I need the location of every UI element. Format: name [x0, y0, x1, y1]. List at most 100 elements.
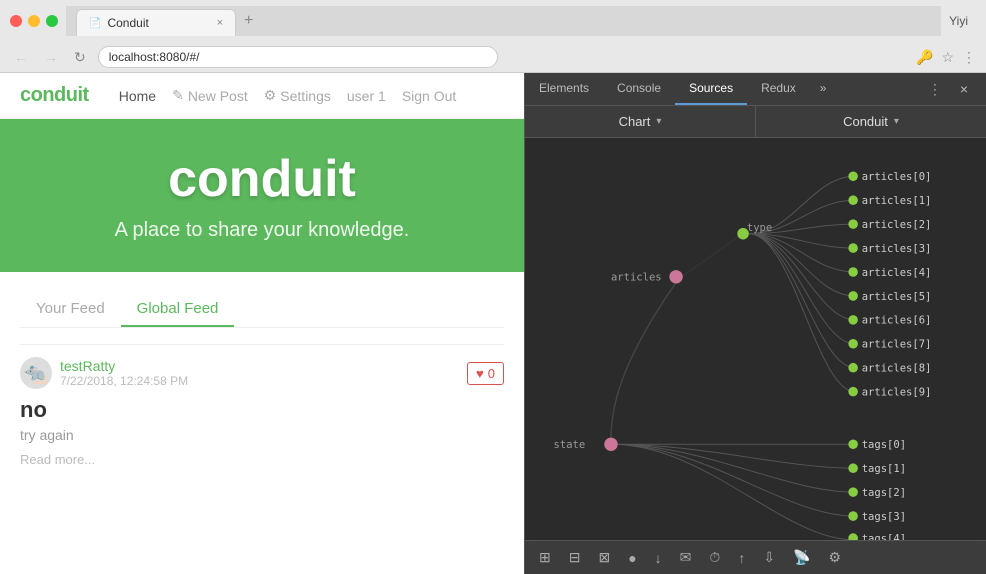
articles-5-node[interactable]	[848, 291, 858, 301]
devtools-tab-elements[interactable]: Elements	[525, 73, 603, 105]
articles-0-node[interactable]	[848, 172, 858, 182]
brand-logo[interactable]: conduit	[20, 84, 89, 107]
feed-area: Your Feed Global Feed 🐀 testRatty 7/22/2…	[0, 272, 524, 574]
back-button[interactable]: ←	[10, 47, 32, 67]
articles-5-label: articles[5]	[862, 291, 932, 303]
traffic-lights	[10, 15, 58, 27]
close-traffic-light[interactable]	[10, 15, 22, 27]
bottom-icon-9[interactable]: ⇩	[757, 545, 781, 570]
articles-9-label: articles[9]	[862, 386, 932, 398]
nav-new-post[interactable]: ✎ New Post	[172, 87, 248, 104]
bottom-icon-5[interactable]: ↓	[649, 546, 668, 570]
tags-1-node[interactable]	[848, 463, 858, 473]
feed-tabs: Your Feed Global Feed	[20, 292, 504, 328]
devtools-more-button[interactable]: »	[810, 73, 837, 105]
global-feed-tab[interactable]: Global Feed	[121, 292, 235, 327]
devtools-tab-redux[interactable]: Redux	[747, 73, 810, 105]
devtools-close-button[interactable]: ×	[950, 73, 978, 105]
articles-node[interactable]	[669, 270, 682, 283]
article-title: no	[20, 397, 504, 423]
tags-2-label: tags[2]	[862, 487, 906, 499]
tags-3-label: tags[3]	[862, 511, 906, 523]
articles-9-node[interactable]	[848, 387, 858, 397]
devtools-header-icons: ⋮ ×	[920, 73, 986, 105]
tags-0-label: tags[0]	[862, 439, 906, 451]
bottom-icon-1[interactable]: ⊞	[533, 545, 557, 570]
like-count: 0	[488, 366, 495, 381]
devtools-tabs: Elements Console Sources Redux »	[525, 73, 920, 105]
your-feed-tab[interactable]: Your Feed	[20, 292, 121, 327]
chart-panel-selector[interactable]: Chart ▾	[525, 106, 756, 137]
minimize-traffic-light[interactable]	[28, 15, 40, 27]
articles-label: articles	[611, 272, 662, 284]
articles-4-node[interactable]	[848, 267, 858, 277]
tags-3-node[interactable]	[848, 511, 858, 521]
settings-icon: ⚙	[264, 87, 277, 104]
tags-2-node[interactable]	[848, 487, 858, 497]
like-button[interactable]: ♥ 0	[467, 362, 504, 385]
bookmark-icon[interactable]: ☆	[941, 49, 954, 66]
heart-icon: ♥	[476, 366, 484, 381]
nav-home[interactable]: Home	[119, 88, 156, 104]
bottom-icon-8[interactable]: ↑	[732, 546, 751, 570]
devtools-icon1[interactable]: ⋮	[928, 81, 942, 98]
articles-7-label: articles[7]	[862, 339, 932, 351]
bottom-icon-10[interactable]: 📡	[787, 545, 816, 570]
hero-title: conduit	[20, 149, 504, 209]
articles-4-label: articles[4]	[862, 267, 932, 279]
bottom-icon-6[interactable]: ✉	[674, 545, 698, 570]
article-description: try again	[20, 427, 504, 443]
tab-favicon: 📄	[89, 18, 101, 29]
articles-3-node[interactable]	[848, 243, 858, 253]
articles-8-node[interactable]	[848, 363, 858, 373]
navbar: conduit Home ✎ New Post ⚙ Settings user …	[0, 73, 524, 119]
chart-svg: articles type state articles[0] articles…	[525, 138, 986, 540]
title-bar: 📄 Conduit × + Yiyi	[0, 0, 986, 42]
maximize-traffic-light[interactable]	[46, 15, 58, 27]
panel-selectors: Chart ▾ Conduit ▾	[525, 106, 986, 138]
bottom-icon-settings[interactable]: ⚙	[823, 545, 848, 570]
user-initial: Yiyi	[949, 14, 976, 28]
state-node[interactable]	[604, 438, 617, 451]
nav-links: Home ✎ New Post ⚙ Settings user 1 Sign O…	[119, 87, 457, 104]
bottom-icon-4[interactable]: ●	[622, 546, 642, 570]
conduit-panel-selector[interactable]: Conduit ▾	[756, 106, 986, 137]
articles-6-node[interactable]	[848, 315, 858, 325]
tags-0-node[interactable]	[848, 440, 858, 450]
chart-label: Chart	[619, 114, 651, 129]
author-info: 🐀 testRatty 7/22/2018, 12:24:58 PM	[20, 357, 188, 389]
app: conduit Home ✎ New Post ⚙ Settings user …	[0, 73, 524, 574]
articles-7-node[interactable]	[848, 339, 858, 349]
browser-tab[interactable]: 📄 Conduit ×	[76, 9, 236, 36]
devtools-header: Elements Console Sources Redux » ⋮ ×	[525, 73, 986, 106]
author-name[interactable]: testRatty	[60, 358, 188, 374]
browser-toolbar: 🔑 ☆ ⋮	[916, 49, 976, 66]
article-card: 🐀 testRatty 7/22/2018, 12:24:58 PM ♥ 0 n…	[20, 344, 504, 481]
articles-2-label: articles[2]	[862, 219, 932, 231]
more-icon[interactable]: ⋮	[962, 49, 976, 66]
nav-settings[interactable]: ⚙ Settings	[264, 87, 331, 104]
address-input[interactable]	[98, 46, 498, 68]
articles-2-node[interactable]	[848, 219, 858, 229]
bottom-icon-3[interactable]: ⊠	[592, 545, 616, 570]
articles-1-node[interactable]	[848, 195, 858, 205]
bottom-icon-2[interactable]: ⊟	[563, 545, 587, 570]
articles-0-label: articles[0]	[862, 171, 932, 183]
chart-arrow-icon: ▾	[656, 116, 661, 127]
main-area: conduit Home ✎ New Post ⚙ Settings user …	[0, 73, 986, 574]
article-date: 7/22/2018, 12:24:58 PM	[60, 374, 188, 388]
nav-user[interactable]: user 1	[347, 88, 386, 104]
bottom-icon-7[interactable]: ⏱	[703, 545, 726, 570]
type-label: type	[747, 222, 772, 234]
read-more-link[interactable]: Read more...	[20, 452, 95, 467]
new-tab-button[interactable]: +	[236, 6, 261, 36]
forward-button[interactable]: →	[40, 47, 62, 67]
tab-close-button[interactable]: ×	[217, 17, 223, 29]
key-icon[interactable]: 🔑	[916, 49, 933, 66]
tags-1-label: tags[1]	[862, 463, 906, 475]
nav-signout[interactable]: Sign Out	[402, 88, 456, 104]
devtools-tab-console[interactable]: Console	[603, 73, 675, 105]
chart-area: articles type state articles[0] articles…	[525, 138, 986, 540]
devtools-tab-sources[interactable]: Sources	[675, 73, 747, 105]
refresh-button[interactable]: ↻	[70, 47, 90, 68]
